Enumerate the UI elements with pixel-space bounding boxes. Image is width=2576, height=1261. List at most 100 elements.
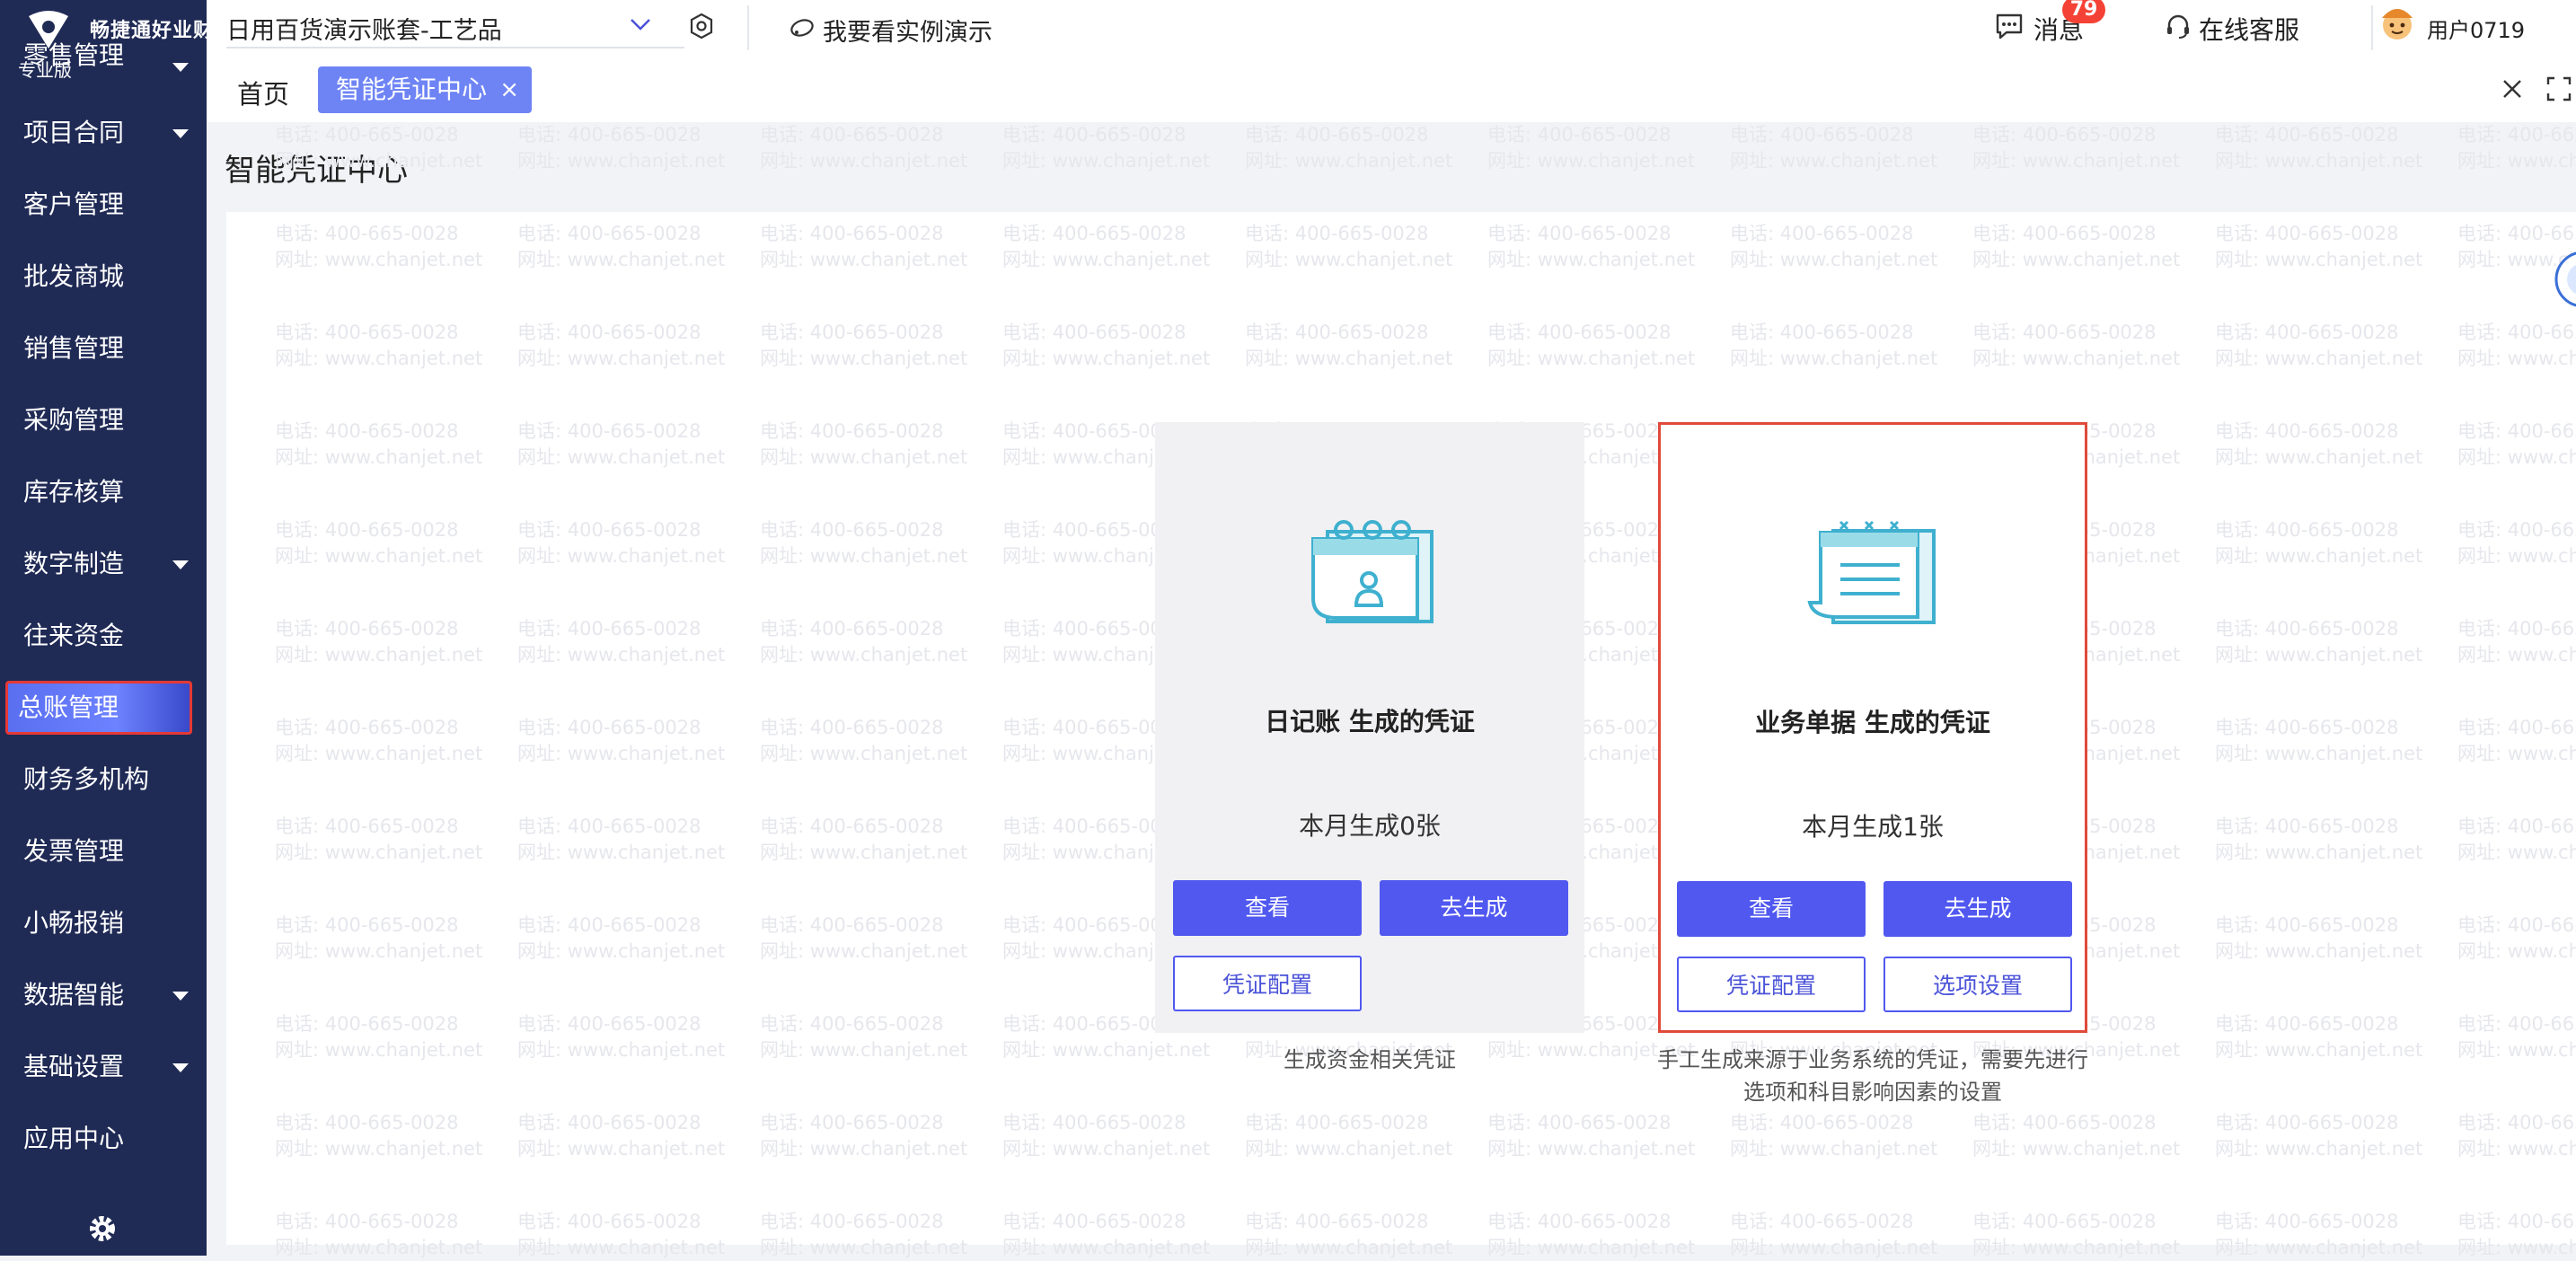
watermark-site: 网址: www.chanjet.net xyxy=(517,644,726,666)
journal-voucher-card: 日记账 生成的凭证 本月生成0张 查看 去生成 凭证配置 xyxy=(1155,422,1584,1033)
watermark-site: 网址: www.chanjet.net xyxy=(517,348,726,369)
watermark-text: 电话: 400-665-0028 网址: www.chanjet.net xyxy=(517,320,725,372)
sidebar-item-sales[interactable]: 销售管理 xyxy=(0,313,207,384)
watermark-site: 网址: www.chanjet.net xyxy=(760,644,968,666)
caret-down-icon xyxy=(172,1063,189,1072)
watermark-text: 电话: 400-665-0028 网址: www.chanjet.net xyxy=(1487,122,1695,174)
watermark-phone: 电话: 400-665-0028 xyxy=(2457,223,2576,244)
headset-icon[interactable] xyxy=(2165,13,2192,40)
watermark-phone: 电话: 400-665-0028 xyxy=(517,124,701,146)
watermark-phone: 电话: 400-665-0028 xyxy=(2215,124,2399,146)
voucher-config-button[interactable]: 凭证配置 xyxy=(1173,956,1362,1011)
watermark-phone: 电话: 400-665-0028 xyxy=(1730,124,1914,146)
calendar-illustration-icon xyxy=(1311,520,1434,623)
watermark-phone: 电话: 400-665-0028 xyxy=(2457,322,2576,343)
sidebar-item-funds[interactable]: 往来资金 xyxy=(0,600,207,672)
message-icon[interactable] xyxy=(1994,11,2025,41)
watermark-site: 网址: www.chanjet.net xyxy=(2457,743,2576,764)
sidebar-item-retail[interactable]: 零售管理 xyxy=(0,43,207,97)
account-settings-icon[interactable] xyxy=(688,13,715,40)
watermark-text: 电话: 400-665-0028 网址: www.chanjet.net xyxy=(1730,320,1937,372)
watermark-text: 电话: 400-665-0028 网址: www.chanjet.net xyxy=(1002,320,1210,372)
user-name[interactable]: 用户0719 xyxy=(2427,13,2525,44)
sidebar-item-multi-org[interactable]: 财务多机构 xyxy=(0,744,207,816)
watermark-phone: 电话: 400-665-0028 xyxy=(2215,618,2399,639)
watermark-text: 电话: 400-665-0028 网址: www.chanjet.net xyxy=(2215,419,2422,471)
watermark-text: 电话: 400-665-0028 网址: www.chanjet.net xyxy=(1002,122,1210,174)
watermark-phone: 电话: 400-665-0028 xyxy=(2215,519,2399,541)
sidebar-item-expense[interactable]: 小畅报销 xyxy=(0,887,207,959)
sidebar-item-general-ledger[interactable]: 总账管理 xyxy=(0,672,207,744)
watermark-phone: 电话: 400-665-0028 xyxy=(760,519,944,541)
close-tab-icon[interactable]: × xyxy=(499,66,519,113)
demo-link[interactable]: 我要看实例演示 xyxy=(823,13,992,48)
watermark-site: 网址: www.chanjet.net xyxy=(2215,1237,2423,1258)
watermark-phone: 电话: 400-665-0028 xyxy=(2215,420,2399,442)
watermark-site: 网址: www.chanjet.net xyxy=(2215,249,2423,270)
watermark-phone: 电话: 400-665-0028 xyxy=(2457,420,2576,442)
card-title: 业务单据 生成的凭证 xyxy=(1755,708,1990,737)
watermark-text: 电话: 400-665-0028 网址: www.chanjet.net xyxy=(2457,320,2576,372)
watermark-text: 电话: 400-665-0028 网址: www.chanjet.net xyxy=(1002,1110,1210,1162)
sidebar-item-wholesale-mall[interactable]: 批发商城 xyxy=(0,241,207,313)
watermark-phone: 电话: 400-665-0028 xyxy=(1730,322,1914,343)
gear-icon[interactable] xyxy=(88,1214,117,1243)
options-settings-button[interactable]: 选项设置 xyxy=(1883,957,2072,1012)
sidebar-item-inventory[interactable]: 库存核算 xyxy=(0,456,207,528)
watermark-site: 网址: www.chanjet.net xyxy=(1487,249,1696,270)
watermark-phone: 电话: 400-665-0028 xyxy=(1002,322,1187,343)
sidebar-item-app-center[interactable]: 应用中心 xyxy=(0,1103,207,1175)
sidebar-item-invoice[interactable]: 发票管理 xyxy=(0,816,207,887)
sidebar-item-data-intelligence[interactable]: 数据智能 xyxy=(0,959,207,1031)
watermark-phone: 电话: 400-665-0028 xyxy=(2457,124,2576,146)
sidebar-item-label: 库存核算 xyxy=(23,477,125,507)
sidebar-item-project-contract[interactable]: 项目合同 xyxy=(0,97,207,169)
floating-assistant-icon[interactable] xyxy=(2551,248,2576,311)
online-support-link[interactable]: 在线客服 xyxy=(2199,11,2299,47)
generate-button[interactable]: 去生成 xyxy=(1883,881,2072,937)
sidebar-item-purchase[interactable]: 采购管理 xyxy=(0,384,207,456)
watermark-text: 电话: 400-665-0028 网址: www.chanjet.net xyxy=(2457,1011,2576,1063)
watermark-phone: 电话: 400-665-0028 xyxy=(517,1013,701,1035)
sidebar-item-customer[interactable]: 客户管理 xyxy=(0,169,207,241)
watermark-site: 网址: www.chanjet.net xyxy=(275,1039,483,1061)
sidebar-item-basic-settings[interactable]: 基础设置 xyxy=(0,1031,207,1103)
sidebar-item-label: 零售管理 xyxy=(23,40,125,70)
watermark-text: 电话: 400-665-0028 网址: www.chanjet.net xyxy=(760,419,967,471)
card-description: 生成资金相关凭证 xyxy=(1284,1047,1456,1072)
sidebar-item-label: 项目合同 xyxy=(23,118,125,147)
watermark-text: 电话: 400-665-0028 网址: www.chanjet.net xyxy=(275,616,482,668)
fullscreen-icon[interactable] xyxy=(2545,75,2572,102)
watermark-text: 电话: 400-665-0028 网址: www.chanjet.net xyxy=(2215,1209,2422,1261)
watermark-site: 网址: www.chanjet.net xyxy=(2215,446,2423,468)
generate-button[interactable]: 去生成 xyxy=(1380,880,1568,936)
tab-smart-voucher-center[interactable]: 智能凭证中心 × xyxy=(318,66,533,113)
sidebar-item-digital-manufacturing[interactable]: 数字制造 xyxy=(0,528,207,600)
watermark-phone: 电话: 400-665-0028 xyxy=(1972,1211,2157,1232)
watermark-phone: 电话: 400-665-0028 xyxy=(275,420,459,442)
watermark-site: 网址: www.chanjet.net xyxy=(275,842,483,863)
watermark-phone: 电话: 400-665-0028 xyxy=(275,322,459,343)
watermark-phone: 电话: 400-665-0028 xyxy=(1972,124,2157,146)
watermark-phone: 电话: 400-665-0028 xyxy=(1002,223,1187,244)
tab-home[interactable]: 首页 xyxy=(237,74,289,111)
watermark-text: 电话: 400-665-0028 网址: www.chanjet.net xyxy=(1972,1110,2180,1162)
close-icon[interactable] xyxy=(2499,75,2526,102)
chevron-down-icon[interactable] xyxy=(629,13,652,36)
watermark-site: 网址: www.chanjet.net xyxy=(2215,1138,2423,1160)
watermark-text: 电话: 400-665-0028 网址: www.chanjet.net xyxy=(760,221,967,273)
watermark-site: 网址: www.chanjet.net xyxy=(1002,249,1211,270)
account-selector[interactable]: 日用百货演示账套-工艺品 xyxy=(226,11,502,46)
view-button[interactable]: 查看 xyxy=(1173,880,1362,936)
sidebar-item-label: 总账管理 xyxy=(18,692,119,722)
watermark-site: 网址: www.chanjet.net xyxy=(760,150,968,172)
watermark-phone: 电话: 400-665-0028 xyxy=(275,223,459,244)
voucher-config-button[interactable]: 凭证配置 xyxy=(1677,957,1866,1012)
view-button[interactable]: 查看 xyxy=(1677,881,1866,937)
watermark-text: 电话: 400-665-0028 网址: www.chanjet.net xyxy=(2215,814,2422,866)
watermark-site: 网址: www.chanjet.net xyxy=(760,1237,968,1258)
watermark-phone: 电话: 400-665-0028 xyxy=(517,717,701,738)
avatar[interactable] xyxy=(2377,2,2418,43)
watermark-text: 电话: 400-665-0028 网址: www.chanjet.net xyxy=(2215,320,2422,372)
watermark-phone: 电话: 400-665-0028 xyxy=(760,420,944,442)
